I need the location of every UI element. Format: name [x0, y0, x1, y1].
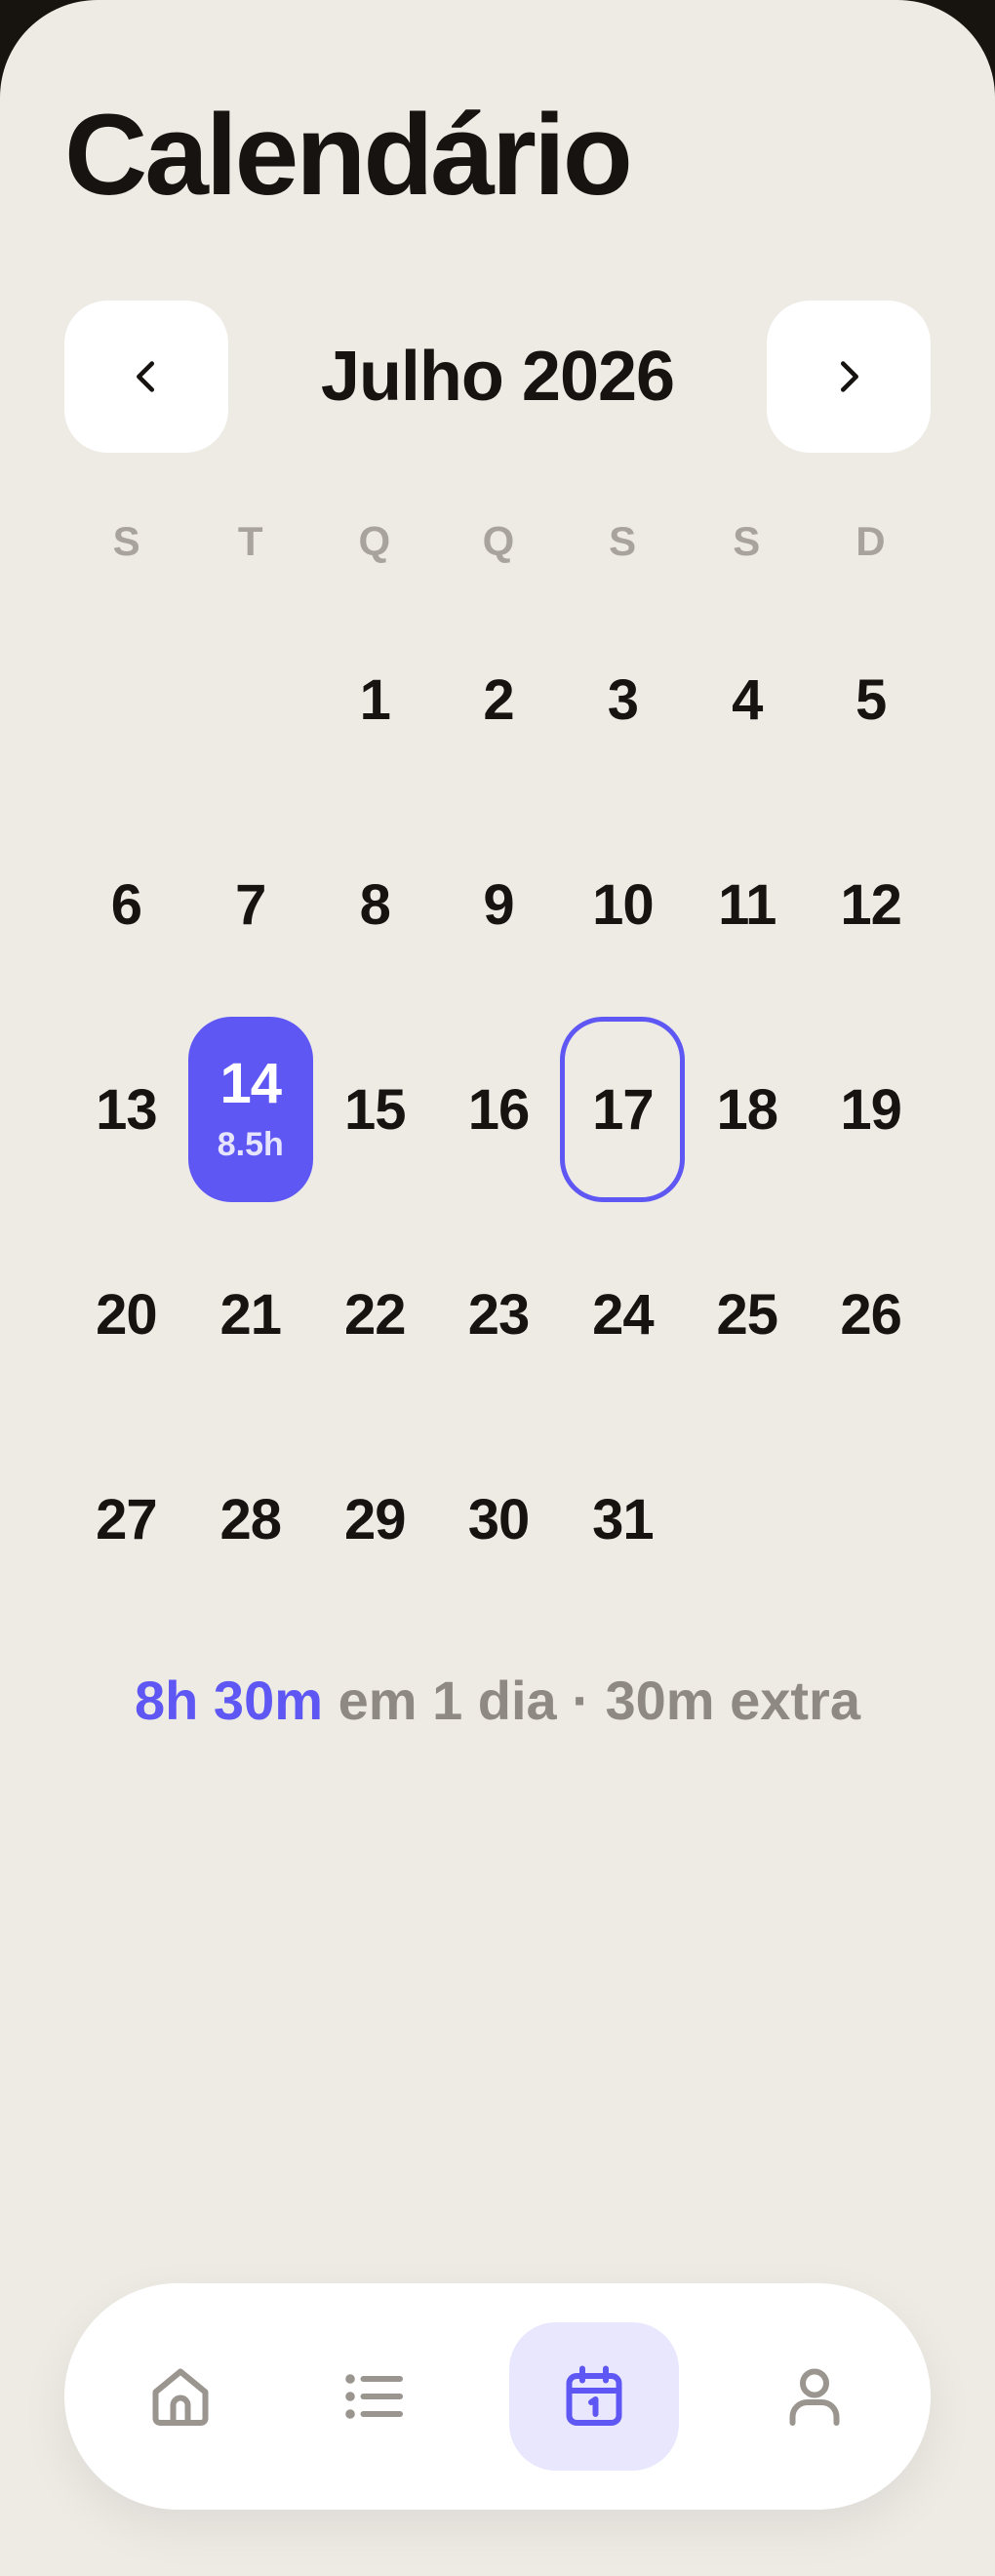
day-number: 7 [235, 872, 266, 937]
day-number: 27 [96, 1487, 158, 1551]
next-month-button[interactable] [767, 301, 931, 453]
day-cell[interactable]: 18 [685, 1007, 809, 1212]
month-year-label: Julho 2026 [320, 338, 675, 416]
day-cell[interactable]: 31 [560, 1417, 685, 1622]
day-cell[interactable]: 28 [188, 1417, 313, 1622]
day-cell[interactable]: 13 [64, 1007, 188, 1212]
day-number: 29 [343, 1487, 407, 1551]
day-cell[interactable]: 15 [313, 1007, 437, 1212]
home-icon [152, 2368, 209, 2426]
day-cell[interactable]: 7 [188, 802, 313, 1007]
day-cell[interactable]: 21 [188, 1212, 313, 1417]
day-number: 5 [855, 667, 887, 732]
empty-day-cell [685, 1417, 809, 1622]
day-cell[interactable]: 1 [313, 597, 437, 802]
day-cell[interactable]: 20 [64, 1212, 188, 1417]
selected-day-cell[interactable]: 14 8.5h [187, 1007, 313, 1212]
day-number: 2 [483, 667, 514, 732]
day-number: 24 [592, 1282, 655, 1347]
day-cell[interactable]: 26 [809, 1212, 933, 1417]
summary-detail: em 1 dia · 30m extra [323, 1670, 860, 1731]
day-number: 18 [716, 1077, 779, 1142]
summary-total-hours: 8h 30m [135, 1670, 324, 1731]
day-number: 15 [343, 1077, 407, 1142]
day-number: 19 [840, 1077, 902, 1142]
bottom-tab-bar [64, 2283, 931, 2510]
previous-month-button[interactable] [64, 301, 228, 453]
empty-day-cell [809, 1417, 933, 1622]
app-screen: Calendário Julho 2026 S T Q Q S S D 1 2 … [0, 0, 995, 2576]
chevron-right-icon [840, 361, 858, 392]
weekday-label: S [733, 518, 761, 564]
day-cell[interactable]: 12 [809, 802, 933, 1007]
day-cell[interactable]: 9 [437, 802, 561, 1007]
day-cell[interactable]: 19 [809, 1007, 933, 1212]
day-number: 30 [467, 1487, 531, 1551]
day-number: 4 [732, 667, 763, 732]
day-cell[interactable]: 30 [437, 1417, 561, 1622]
selected-day-highlight: 14 8.5h [187, 1017, 313, 1202]
day-cell[interactable]: 3 [560, 597, 685, 802]
day-number: 16 [467, 1077, 531, 1142]
day-number: 28 [219, 1487, 283, 1551]
weekday-label: Q [482, 518, 515, 564]
page-title: Calendário [64, 91, 633, 220]
day-cell[interactable]: 25 [685, 1212, 809, 1417]
weekday-header: S T Q Q S S D [64, 507, 933, 576]
day-number: 1 [359, 667, 391, 732]
empty-day-cell [188, 597, 313, 802]
day-cell[interactable]: 5 [809, 597, 933, 802]
day-cell[interactable]: 23 [437, 1212, 561, 1417]
empty-day-cell [64, 597, 188, 802]
calendar-icon [566, 2365, 622, 2426]
today-day-cell[interactable]: 17 [560, 1007, 686, 1212]
day-number: 3 [607, 667, 639, 732]
day-number: 9 [483, 872, 514, 937]
day-number: 20 [96, 1282, 158, 1347]
tab-home[interactable] [96, 2322, 265, 2471]
day-number: 22 [343, 1282, 407, 1347]
weekday-label: S [112, 518, 140, 564]
day-cell[interactable]: 4 [685, 597, 809, 802]
tab-calendar[interactable] [509, 2322, 679, 2471]
day-cell[interactable]: 29 [313, 1417, 437, 1622]
day-number: 10 [592, 872, 655, 937]
day-cell[interactable]: 24 [560, 1212, 685, 1417]
today-outline: 17 [560, 1017, 686, 1202]
chevron-left-icon [137, 361, 155, 392]
day-number: 25 [716, 1282, 779, 1347]
weekday-label: Q [358, 518, 391, 564]
day-cell[interactable]: 8 [313, 802, 437, 1007]
weekday-label: T [237, 518, 263, 564]
day-number: 13 [96, 1077, 158, 1142]
day-cell[interactable]: 6 [64, 802, 188, 1007]
day-cell[interactable]: 2 [437, 597, 561, 802]
day-number: 11 [718, 872, 776, 937]
day-cell[interactable]: 11 [685, 802, 809, 1007]
day-cell[interactable]: 27 [64, 1417, 188, 1622]
weekday-label: D [856, 518, 886, 564]
month-summary: 8h 30m em 1 dia · 30m extra [0, 1669, 995, 1732]
tab-list[interactable] [289, 2322, 458, 2471]
day-number: 12 [840, 872, 902, 937]
day-number: 26 [840, 1282, 902, 1347]
calendar-grid: 1 2 3 4 5 6 7 8 9 10 11 12 13 14 8.5h 15… [64, 597, 933, 1622]
day-cell[interactable]: 22 [313, 1212, 437, 1417]
weekday-label: S [609, 518, 637, 564]
day-number: 21 [219, 1282, 283, 1347]
day-number: 23 [467, 1282, 531, 1347]
day-hours-badge: 8.5h [217, 1125, 284, 1163]
day-number: 8 [359, 872, 391, 937]
day-cell[interactable]: 16 [437, 1007, 561, 1212]
tab-profile[interactable] [730, 2322, 899, 2471]
day-number: 31 [592, 1487, 655, 1551]
user-icon [789, 2368, 840, 2426]
day-number: 6 [110, 872, 142, 937]
day-number: 14 [219, 1051, 283, 1115]
list-icon [345, 2374, 403, 2419]
day-number: 17 [592, 1077, 655, 1142]
day-cell[interactable]: 10 [560, 802, 685, 1007]
